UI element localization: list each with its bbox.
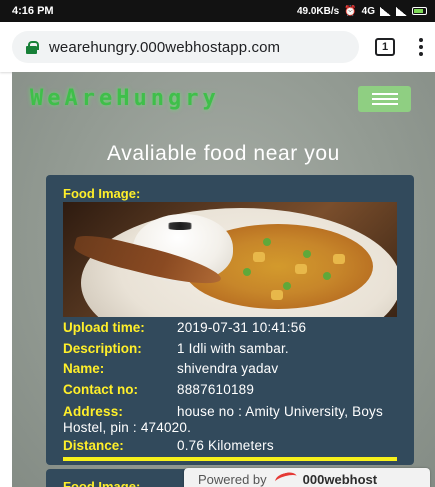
upload-time-label: Upload time: bbox=[63, 320, 145, 335]
detail-row-upload-time: Upload time: 2019-07-31 10:41:56 bbox=[63, 320, 397, 341]
description-value: 1 Idli with sambar. bbox=[177, 340, 289, 356]
status-time: 4:16 PM bbox=[12, 5, 54, 17]
tab-switcher-button[interactable]: 1 bbox=[375, 38, 395, 56]
webhost-logo-icon bbox=[273, 470, 298, 487]
contact-label: Contact no: bbox=[63, 381, 138, 397]
status-bar: 4:16 PM 49.0KB/s ⏰ 4G bbox=[0, 0, 435, 22]
url-text[interactable]: wearehungry.000webhostapp.com bbox=[49, 39, 280, 56]
distance-label: Distance: bbox=[63, 438, 124, 453]
alarm-icon: ⏰ bbox=[344, 5, 357, 17]
detail-row-address: Address: house no : Amity University, Boy… bbox=[63, 404, 397, 436]
powered-by-banner[interactable]: Powered by 000webhost bbox=[184, 468, 430, 487]
description-label: Description: bbox=[63, 340, 142, 356]
lock-icon[interactable] bbox=[26, 40, 39, 54]
seeds-shape bbox=[163, 222, 197, 230]
name-value: shivendra yadav bbox=[177, 361, 279, 376]
detail-row-name: Name: shivendra yadav bbox=[63, 361, 397, 382]
signal-icon-2 bbox=[396, 6, 407, 16]
contact-value[interactable]: 8887610189 bbox=[177, 382, 254, 397]
battery-icon bbox=[412, 7, 427, 15]
hamburger-menu-button[interactable] bbox=[358, 86, 411, 112]
network-type: 4G bbox=[361, 5, 375, 17]
distance-value: 0.76 Kilometers bbox=[177, 438, 274, 453]
food-details: Upload time: 2019-07-31 10:41:56 Descrip… bbox=[63, 320, 397, 459]
browser-toolbar: wearehungry.000webhostapp.com 1 bbox=[0, 22, 435, 72]
food-image-label: Food Image: bbox=[63, 186, 141, 201]
page-heading: Avaliable food near you bbox=[107, 142, 340, 165]
name-label: Name: bbox=[63, 361, 105, 376]
detail-row-contact: Contact no: 8887610189 bbox=[63, 382, 397, 403]
detail-row-distance: Distance: 0.76 Kilometers bbox=[63, 438, 397, 459]
food-image-label-2: Food Image: bbox=[63, 479, 141, 487]
status-icons: 49.0KB/s ⏰ 4G bbox=[297, 6, 427, 17]
detail-row-description: Description: 1 Idli with sambar. bbox=[63, 341, 397, 362]
site-logo[interactable]: WeAreHungry bbox=[30, 86, 220, 111]
address-label: Address: bbox=[63, 404, 124, 419]
webhost-name: 000webhost bbox=[302, 471, 378, 487]
upload-time-value: 2019-07-31 10:41:56 bbox=[177, 320, 307, 335]
browser-menu-icon[interactable] bbox=[419, 38, 423, 56]
web-page: WeAreHungry Avaliable food near you Food… bbox=[12, 72, 435, 487]
food-image bbox=[63, 202, 397, 317]
address-bar[interactable]: wearehungry.000webhostapp.com bbox=[12, 31, 359, 63]
network-speed: 49.0KB/s bbox=[296, 5, 340, 17]
powered-by-text: Powered by bbox=[198, 471, 267, 487]
food-card: Food Image: Upload time: 2019-07-31 10:4… bbox=[46, 175, 414, 465]
signal-icon bbox=[380, 6, 391, 16]
card-divider bbox=[63, 457, 397, 461]
